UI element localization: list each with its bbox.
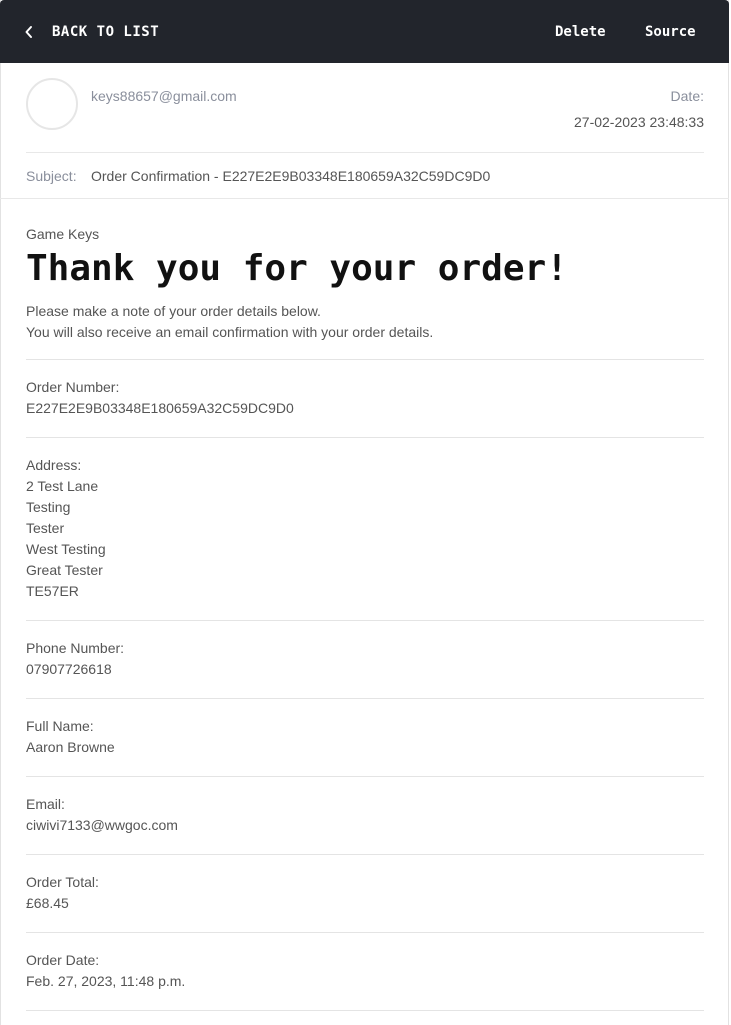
address-line: Testing	[26, 499, 71, 515]
intro-line: Please make a note of your order details…	[26, 303, 321, 319]
address-line: West Testing	[26, 541, 106, 557]
intro-text: Please make a note of your order details…	[26, 301, 704, 343]
top-toolbar: BACK TO LIST Delete Source	[0, 0, 729, 63]
date-label: Date:	[670, 88, 704, 104]
order-number-label: Order Number:	[26, 379, 120, 395]
brand-name: Game Keys	[26, 226, 100, 242]
full-name-value: Aaron Browne	[26, 739, 115, 755]
date-value: 27-02-2023 23:48:33	[574, 114, 704, 130]
email-section: Email: ciwivi7133@wwgoc.com	[26, 776, 704, 854]
order-number-value: E227E2E9B03348E180659A32C59DC9D0	[26, 400, 294, 416]
order-total-label: Order Total:	[26, 874, 99, 890]
full-name-label: Full Name:	[26, 718, 94, 734]
order-date-label: Order Date:	[26, 952, 100, 968]
back-to-list-button[interactable]: BACK TO LIST	[24, 0, 159, 63]
delete-button[interactable]: Delete	[555, 0, 606, 63]
order-total-value: £68.45	[26, 895, 69, 911]
back-to-list-label: BACK TO LIST	[52, 23, 160, 40]
address-line: 2 Test Lane	[26, 478, 99, 494]
phone-section: Phone Number: 07907726618	[26, 620, 704, 698]
email-value: ciwivi7133@wwgoc.com	[26, 817, 178, 833]
subject-label: Subject:	[26, 168, 77, 184]
order-date-value: Feb. 27, 2023, 11:48 p.m.	[26, 973, 186, 989]
page-title: Thank you for your order!	[26, 248, 568, 289]
address-line: Great Tester	[26, 562, 103, 578]
source-button[interactable]: Source	[645, 0, 696, 63]
section-divider	[26, 1010, 704, 1011]
email-label: Email:	[26, 796, 65, 812]
email-body: Game Keys Thank you for your order! Plea…	[26, 226, 704, 1011]
phone-label: Phone Number:	[26, 640, 125, 656]
address-line: Tester	[26, 520, 65, 536]
full-name-section: Full Name: Aaron Browne	[26, 698, 704, 776]
order-number-section: Order Number: E227E2E9B03348E180659A32C5…	[26, 359, 704, 437]
address-line: TE57ER	[26, 583, 79, 599]
intro-line: You will also receive an email confirmat…	[26, 324, 434, 340]
order-date-section: Order Date: Feb. 27, 2023, 11:48 p.m.	[26, 932, 704, 1010]
subject-value: Order Confirmation - E227E2E9B03348E1806…	[91, 168, 491, 184]
address-section: Address: 2 Test Lane Testing Tester West…	[26, 437, 704, 620]
chevron-left-icon	[25, 25, 32, 38]
avatar	[26, 78, 78, 130]
sender-address: keys88657@gmail.com	[91, 88, 237, 104]
subject-divider	[0, 198, 729, 199]
address-label: Address:	[26, 457, 82, 473]
order-total-section: Order Total: £68.45	[26, 854, 704, 932]
header-divider	[26, 152, 704, 153]
phone-value: 07907726618	[26, 661, 112, 677]
